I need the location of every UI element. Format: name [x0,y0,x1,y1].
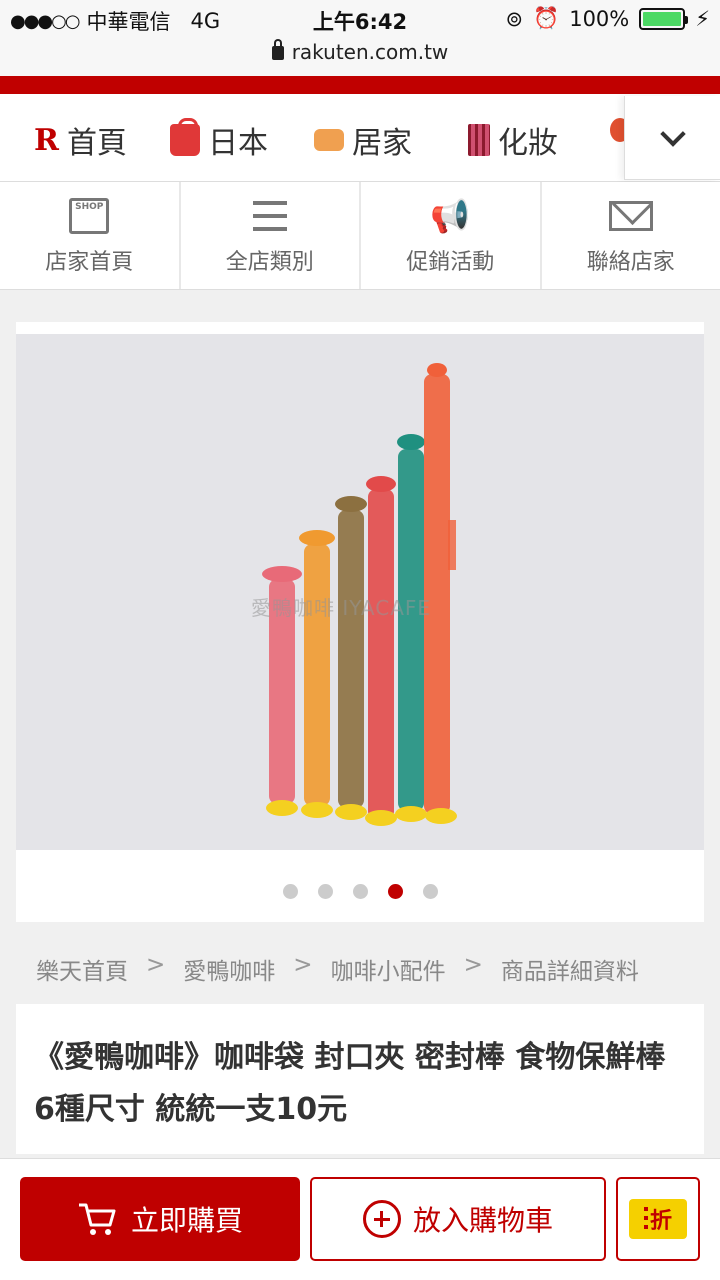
battery-icon [639,7,689,30]
url-text: rakuten.com.tw [291,40,449,64]
brand-header-bar [0,76,720,94]
shopping-bag-icon [170,118,200,156]
product-info: 《愛鴨咖啡》咖啡袋 封口夾 密封棒 食物保鮮棒 6種尺寸 統統一支10元 [16,1004,704,1154]
category-label: 化妝 [498,126,558,161]
cosmetics-icon [468,124,490,156]
category-item-home[interactable]: R 首頁 [34,118,127,162]
shop-nav-categories[interactable]: 全店類別 [181,182,361,289]
shop-nav-label: 促銷活動 [406,249,495,275]
coupon-button[interactable]: 折 [616,1177,700,1261]
coupon-label: 折 [649,1209,672,1234]
plus-circle-icon [362,1200,401,1238]
breadcrumb-link-category[interactable]: 咖啡小配件 [331,952,446,986]
category-label: 居家 [352,126,412,161]
shop-nav-promotions[interactable]: 📢 促銷活動 [361,182,542,289]
chevron-down-icon [659,120,686,147]
add-to-cart-label: 放入購物車 [412,1204,553,1237]
shop-nav-contact[interactable]: 聯絡店家 [542,182,720,289]
category-label: 首頁 [66,126,127,161]
gallery-dot[interactable] [422,884,438,899]
breadcrumb-separator: > [463,952,483,978]
rotation-lock-icon: ⊚ [505,6,524,31]
image-watermark: 愛鴨咖啡 IYACAFE [251,596,432,620]
action-bar: 立即購買 放入購物車 折 [0,1158,720,1280]
shop-icon: SHOP [69,197,110,234]
gallery-dot[interactable] [317,884,333,899]
shop-nav-store-home[interactable]: SHOP 店家首頁 [0,182,181,289]
breadcrumb-separator: > [146,952,166,978]
buy-now-label: 立即購買 [130,1204,243,1237]
gallery-dot[interactable] [352,884,368,899]
megaphone-icon: 📢 [430,196,471,235]
add-to-cart-button[interactable]: 放入購物車 [310,1177,606,1261]
breadcrumb-separator: > [293,952,313,978]
sofa-icon [314,129,344,151]
coupon-ticket-icon: 折 [629,1199,687,1239]
gallery-dot[interactable] [282,884,298,899]
shop-nav-label: 店家首頁 [45,249,134,275]
category-item-japan[interactable]: 日本 [170,118,268,162]
expand-categories-button[interactable] [624,96,720,180]
product-gallery[interactable]: 愛鴨咖啡 IYACAFE [16,322,704,922]
rakuten-r-icon: R [34,122,59,158]
breadcrumb-current-page: 商品詳細資料 [500,959,639,985]
charging-icon: ⚡ [695,6,710,31]
category-label: 日本 [208,126,268,161]
alarm-icon: ⏰ [533,6,560,30]
category-nav: R 首頁 日本 居家 化妝 [0,94,720,182]
breadcrumb-link-store[interactable]: 愛鴨咖啡 [183,952,275,986]
category-item-home-living[interactable]: 居家 [314,118,412,162]
breadcrumb: 樂天首頁 > 愛鴨咖啡 > 咖啡小配件 > 商品詳細資料 [36,952,639,986]
list-icon [252,200,287,231]
mail-icon [608,200,653,231]
battery-percent: 100% [569,6,630,31]
gallery-pagination [16,884,704,899]
product-title: 《愛鴨咖啡》咖啡袋 封口夾 密封棒 食物保鮮棒 6種尺寸 統統一支10元 [34,1040,666,1127]
shop-nav-label: 全店類別 [225,249,314,275]
cart-icon [78,1203,116,1235]
category-item-cosmetics[interactable]: 化妝 [468,118,558,162]
buy-now-button[interactable]: 立即購買 [20,1177,300,1261]
breadcrumb-link-rakuten-home[interactable]: 樂天首頁 [36,952,128,986]
product-photo[interactable]: 愛鴨咖啡 IYACAFE [16,334,704,850]
lock-icon [271,39,284,60]
status-bar: ●●●○○ 中華電信 4G 上午6:42 ⊚ ⏰ 100% ⚡ rakuten.… [0,0,720,76]
shop-nav-label: 聯絡店家 [586,249,675,275]
address-bar[interactable]: rakuten.com.tw [0,39,720,64]
gallery-dot[interactable] [387,884,403,899]
shop-nav: SHOP 店家首頁 全店類別 📢 促銷活動 聯絡店家 [0,182,720,290]
